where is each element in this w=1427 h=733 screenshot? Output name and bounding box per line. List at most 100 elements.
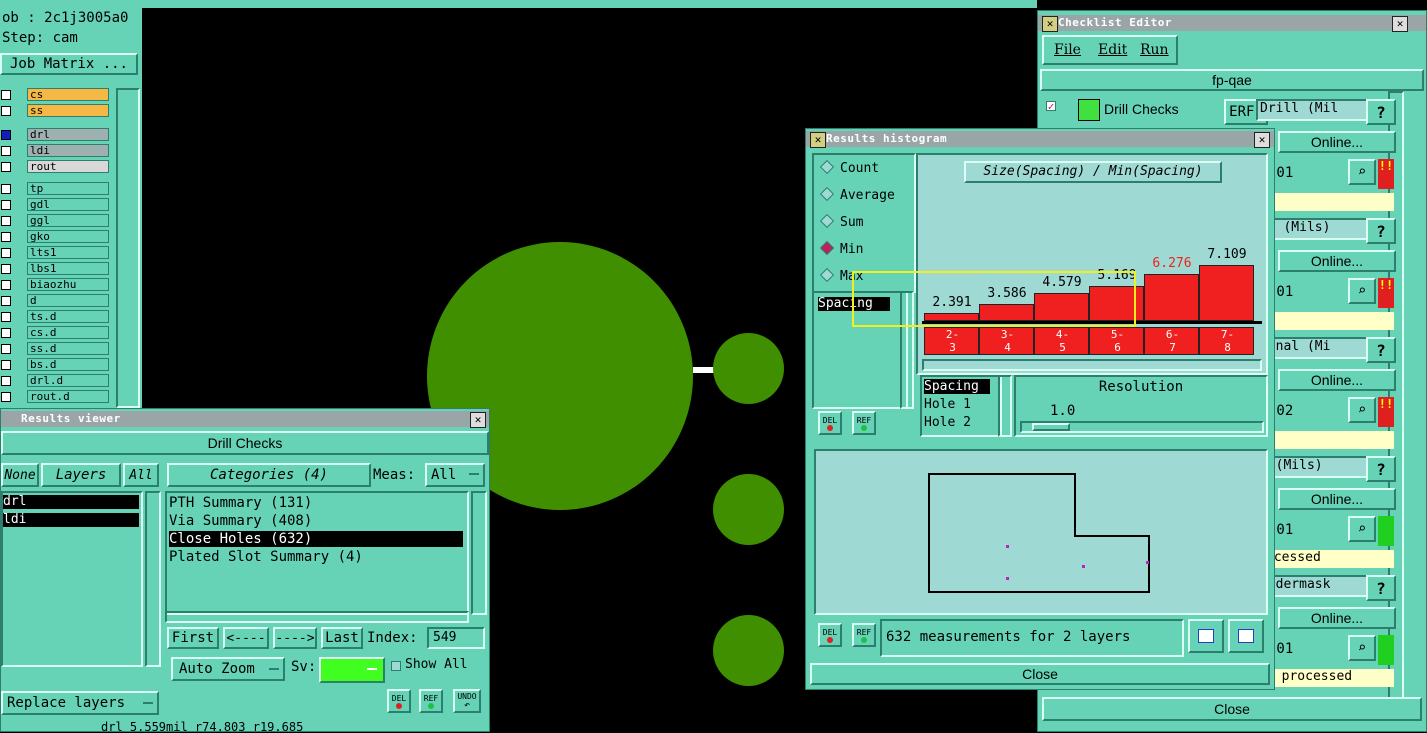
resolution-slider[interactable] xyxy=(1020,421,1264,433)
result-layer-item[interactable]: drl xyxy=(3,495,139,509)
layer-name[interactable]: rout xyxy=(27,160,109,173)
sv-color-dropdown[interactable] xyxy=(319,657,385,683)
auto-zoom-dropdown[interactable]: Auto Zoom xyxy=(171,657,285,681)
hist-ref-button[interactable]: REF xyxy=(852,411,876,435)
zoom-result-button[interactable]: ⌕ xyxy=(1348,397,1376,423)
layer-name[interactable]: ggl xyxy=(27,214,109,227)
layer-name[interactable]: tp xyxy=(27,182,109,195)
mode-radio-count[interactable]: Count xyxy=(819,159,879,176)
undo-button[interactable]: UNDO ↶ xyxy=(453,689,481,713)
replace-layers-dropdown[interactable]: Replace layers xyxy=(1,691,159,715)
online-button[interactable]: Online... xyxy=(1278,250,1396,272)
histogram-bin[interactable]: 4- 5 xyxy=(1034,327,1089,355)
layer-row[interactable]: biaozhu xyxy=(0,278,112,292)
layer-checkbox[interactable] xyxy=(1,232,11,242)
all-button[interactable]: All xyxy=(123,463,159,487)
preview-ref-button[interactable]: REF xyxy=(852,623,876,647)
layer-checkbox[interactable] xyxy=(1,296,11,306)
help-button[interactable]: ? xyxy=(1366,337,1396,363)
layer-name[interactable]: gko xyxy=(27,230,109,243)
layer-name[interactable]: gdl xyxy=(27,198,109,211)
mode-radio-min[interactable]: Min xyxy=(819,240,863,257)
show-all-checkbox[interactable] xyxy=(391,661,401,671)
layer-row[interactable]: drl xyxy=(0,128,112,142)
layer-checkbox[interactable] xyxy=(1,360,11,370)
ref-button[interactable]: REF xyxy=(419,689,443,713)
layer-row[interactable]: ss.d xyxy=(0,342,112,356)
layer-row[interactable]: d xyxy=(0,294,112,308)
histogram-bin[interactable]: 6- 7 xyxy=(1144,327,1199,355)
layer-checkbox[interactable] xyxy=(1,264,11,274)
next-button[interactable]: ----> xyxy=(273,627,317,649)
layer-checkbox[interactable] xyxy=(1,216,11,226)
layer-checkbox[interactable] xyxy=(1,162,11,172)
layer-name[interactable]: cs.d xyxy=(27,326,109,339)
layer-name[interactable]: ts.d xyxy=(27,310,109,323)
histogram-bin[interactable]: 5- 6 xyxy=(1089,327,1144,355)
histogram-bin[interactable]: 3- 4 xyxy=(979,327,1034,355)
layer-row[interactable]: tp xyxy=(0,182,112,196)
layer-checkbox[interactable] xyxy=(1,146,11,156)
layer-checkbox[interactable] xyxy=(1,90,11,100)
layer-row[interactable]: lts1 xyxy=(0,246,112,260)
layer-name[interactable]: lts1 xyxy=(27,246,109,259)
online-button[interactable]: Online... xyxy=(1278,607,1396,629)
layer-name[interactable]: ss xyxy=(27,104,109,117)
help-button[interactable]: ? xyxy=(1366,575,1396,601)
preview-del-button[interactable]: DEL xyxy=(818,623,842,647)
histogram-close-button[interactable]: Close xyxy=(810,663,1270,685)
layer-name[interactable]: ldi xyxy=(27,144,109,157)
zoom-to-item-button[interactable] xyxy=(1188,619,1224,653)
histogram-bin[interactable]: 7- 8 xyxy=(1199,327,1254,355)
layer-name[interactable]: drl xyxy=(27,128,109,141)
histogram-bar[interactable] xyxy=(1144,274,1199,321)
layer-row[interactable]: rout xyxy=(0,160,112,174)
zoom-result-button[interactable]: ⌕ xyxy=(1348,159,1376,185)
checklist-close-button[interactable]: Close xyxy=(1042,697,1422,721)
del-button[interactable]: DEL xyxy=(387,689,411,713)
layer-checkbox[interactable] xyxy=(1,328,11,338)
layer-row[interactable]: gko xyxy=(0,230,112,244)
layer-checkbox[interactable] xyxy=(1,280,11,290)
online-button[interactable]: Online... xyxy=(1278,369,1396,391)
hist-del-button[interactable]: DEL xyxy=(818,411,842,435)
online-button[interactable]: Online... xyxy=(1278,131,1396,153)
zoom-result-button[interactable]: ⌕ xyxy=(1348,516,1376,542)
attribute-item[interactable]: Hole 1 xyxy=(924,397,990,412)
attribute-scrollbar[interactable] xyxy=(998,375,1012,437)
category-item-selected[interactable]: Close Holes (632) xyxy=(169,531,463,547)
attribute-item[interactable]: Hole 2 xyxy=(924,415,990,430)
category-item[interactable]: PTH Summary (131) xyxy=(169,495,465,512)
layer-row[interactable]: drl.d xyxy=(0,374,112,388)
layer-row[interactable]: rout.d xyxy=(0,390,112,404)
zoom-result-button[interactable]: ⌕ xyxy=(1348,635,1376,661)
layer-row[interactable]: ts.d xyxy=(0,310,112,324)
layer-checkbox[interactable] xyxy=(1,312,11,322)
layer-list-scrollbar[interactable] xyxy=(116,88,140,408)
last-button[interactable]: Last xyxy=(321,627,363,649)
layer-name[interactable]: rout.d xyxy=(27,390,109,403)
help-button[interactable]: ? xyxy=(1366,99,1396,125)
prev-button[interactable]: <---- xyxy=(223,627,269,649)
meas-dropdown[interactable]: All xyxy=(425,463,485,487)
layer-row[interactable]: gdl xyxy=(0,198,112,212)
layer-row[interactable]: ldi xyxy=(0,144,112,158)
layer-checkbox[interactable] xyxy=(1,200,11,210)
layer-name[interactable]: bs.d xyxy=(27,358,109,371)
mode-radio-sum[interactable]: Sum xyxy=(819,213,863,230)
category-hscrollbar[interactable] xyxy=(165,611,469,623)
layer-row[interactable]: ss xyxy=(0,104,112,118)
zoom-result-button[interactable]: ⌕ xyxy=(1348,278,1376,304)
layer-checkbox[interactable] xyxy=(1,184,11,194)
layer-name[interactable]: ss.d xyxy=(27,342,109,355)
layer-row[interactable]: ggl xyxy=(0,214,112,228)
results-layer-scrollbar[interactable] xyxy=(145,491,161,667)
layer-row[interactable]: cs.d xyxy=(0,326,112,340)
layer-row[interactable]: bs.d xyxy=(0,358,112,372)
histogram-bin[interactable]: 2- 3 xyxy=(924,327,979,355)
layer-checkbox[interactable] xyxy=(1,106,11,116)
layer-checkbox[interactable] xyxy=(1,344,11,354)
resolution-slider-thumb[interactable] xyxy=(1032,423,1070,431)
none-button[interactable]: None xyxy=(1,463,39,487)
histogram-hscrollbar[interactable] xyxy=(922,359,1262,371)
